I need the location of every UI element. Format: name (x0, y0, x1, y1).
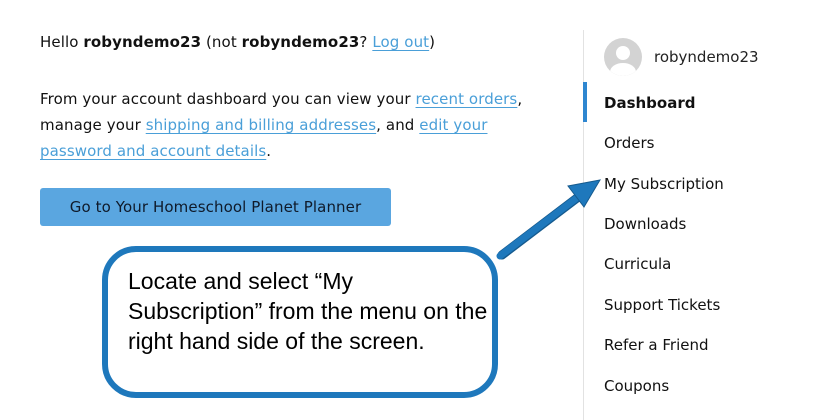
greeting-username: robyndemo23 (83, 33, 202, 51)
recent-orders-link[interactable]: recent orders (416, 90, 518, 108)
menu-item-refer-a-friend[interactable]: Refer a Friend (604, 336, 709, 354)
sidebar-user: robyndemo23 (604, 38, 759, 76)
planner-button[interactable]: Go to Your Homeschool Planet Planner (40, 188, 391, 226)
menu-item-curricula[interactable]: Curricula (604, 255, 671, 273)
menu-item-orders[interactable]: Orders (604, 134, 654, 152)
addresses-link[interactable]: shipping and billing addresses (146, 116, 376, 134)
annotation-callout: Locate and select “My Subscription” from… (102, 246, 498, 398)
menu-item-downloads[interactable]: Downloads (604, 215, 686, 233)
intro-text-1: From your account dashboard you can view… (40, 90, 416, 108)
menu-item-my-subscription[interactable]: My Subscription (604, 175, 724, 193)
greeting-not-username: robyndemo23 (241, 33, 360, 51)
dashboard-intro: From your account dashboard you can view… (40, 86, 560, 164)
intro-text-4: . (266, 142, 272, 160)
active-indicator (583, 82, 587, 122)
avatar-icon (604, 38, 642, 76)
sidebar-username: robyndemo23 (654, 48, 759, 66)
greeting-hello: Hello (40, 33, 84, 51)
menu-item-coupons[interactable]: Coupons (604, 377, 669, 395)
menu-item-support-tickets[interactable]: Support Tickets (604, 296, 720, 314)
greeting-text: Hello robyndemo23 (not robyndemo23? Log … (40, 33, 435, 51)
greeting-not-prefix: (not (201, 33, 242, 51)
intro-text-3: , and (376, 116, 420, 134)
menu-item-dashboard[interactable]: Dashboard (604, 94, 695, 112)
greeting-close-paren: ) (429, 33, 436, 51)
logout-link[interactable]: Log out (372, 33, 429, 51)
greeting-question: ? (359, 33, 373, 51)
